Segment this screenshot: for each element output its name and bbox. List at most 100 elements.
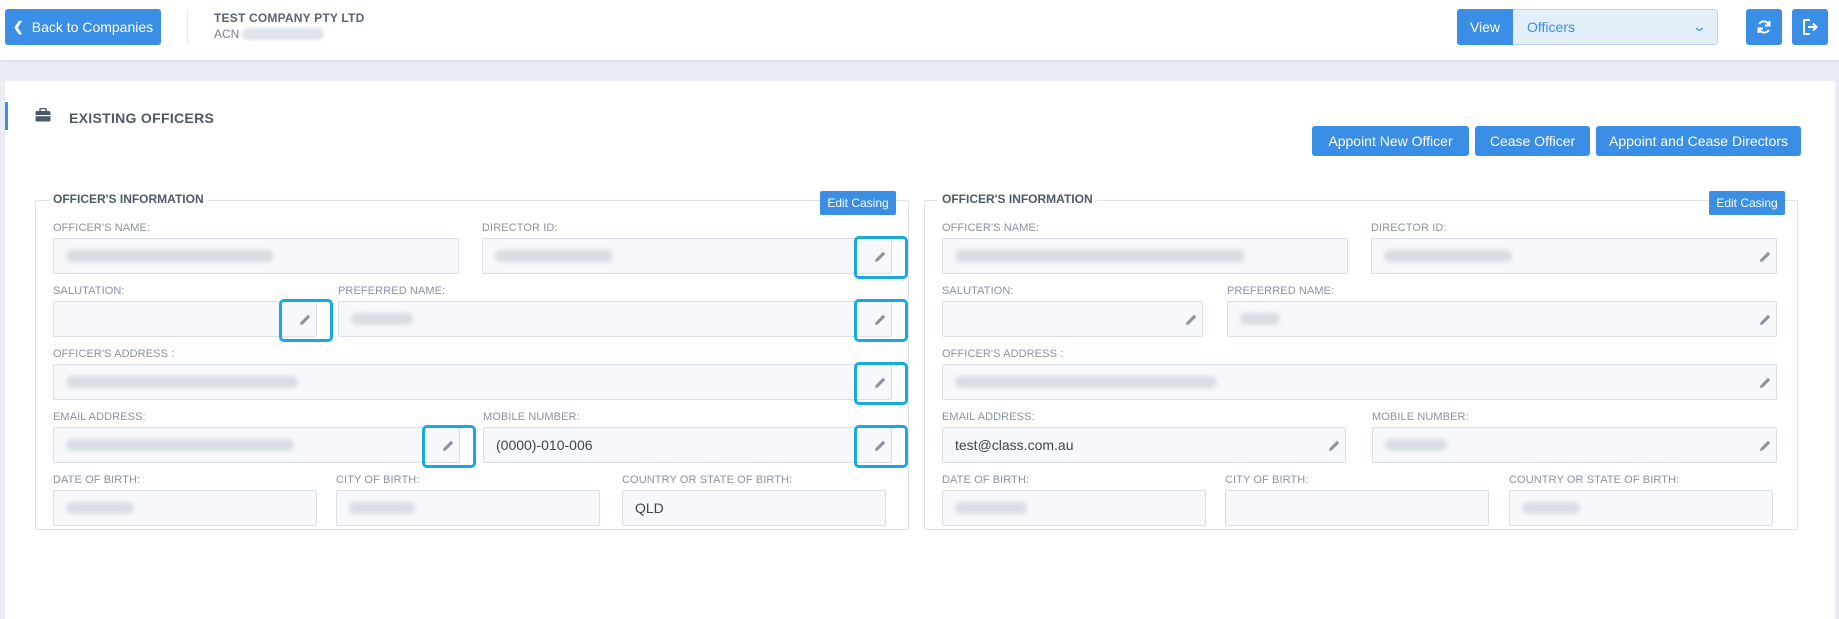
acn-value-redacted — [242, 28, 325, 40]
redacted-value — [351, 313, 413, 325]
country-of-birth-label: COUNTRY OR STATE OF BIRTH: — [1509, 474, 1680, 486]
preferred-name-label: PREFERRED NAME: — [338, 285, 446, 297]
acn-label: ACN — [214, 27, 240, 41]
mobile-number-label: MOBILE NUMBER: — [1372, 411, 1469, 423]
redacted-value — [1522, 502, 1580, 514]
briefcase-icon — [35, 108, 51, 122]
preferred-name-field[interactable] — [338, 301, 892, 337]
highlight-box — [854, 299, 908, 342]
view-select[interactable]: Officers ⌄ — [1513, 9, 1718, 45]
city-of-birth-field[interactable] — [336, 490, 600, 526]
back-to-companies-button[interactable]: ❮ Back to Companies — [5, 9, 161, 45]
view-selected-value: Officers — [1527, 19, 1575, 35]
redacted-value — [495, 250, 613, 262]
country-of-birth-field[interactable] — [1509, 490, 1773, 526]
officer-card-legend: OFFICER'S INFORMATION — [49, 192, 208, 206]
officer-name-field[interactable] — [942, 238, 1348, 274]
officer-address-label: OFFICER'S ADDRESS : — [942, 348, 1064, 360]
date-of-birth-label: DATE OF BIRTH: — [53, 474, 141, 486]
officer-card-legend: OFFICER'S INFORMATION — [938, 192, 1097, 206]
date-of-birth-label: DATE OF BIRTH: — [942, 474, 1030, 486]
email-address-label: EMAIL ADDRESS: — [942, 411, 1035, 423]
redacted-value — [955, 502, 1027, 514]
appoint-new-officer-button[interactable]: Appoint New Officer — [1312, 126, 1469, 156]
city-of-birth-label: CITY OF BIRTH: — [336, 474, 420, 486]
director-id-field[interactable] — [482, 238, 892, 274]
redacted-value — [955, 376, 1217, 388]
date-of-birth-field[interactable] — [942, 490, 1206, 526]
pencil-icon[interactable] — [1758, 312, 1772, 326]
pencil-icon[interactable] — [1758, 438, 1772, 452]
redacted-value — [66, 502, 134, 514]
refresh-icon — [1757, 20, 1771, 34]
edit-casing-button[interactable]: Edit Casing — [1709, 191, 1785, 215]
email-address-value: test@class.com.au — [955, 437, 1074, 453]
officers-panel: EXISTING OFFICERS Appoint New Officer Ce… — [5, 81, 1835, 619]
officer-address-field[interactable] — [942, 364, 1777, 400]
cease-officer-button[interactable]: Cease Officer — [1475, 126, 1590, 156]
redacted-value — [1385, 439, 1447, 451]
highlight-box — [854, 236, 908, 279]
acn-row: ACN — [214, 27, 325, 41]
pencil-icon[interactable] — [1758, 375, 1772, 389]
mobile-number-label: MOBILE NUMBER: — [483, 411, 580, 423]
officer-name-label: OFFICER'S NAME: — [53, 222, 151, 234]
redacted-value — [66, 250, 274, 262]
chevron-down-icon: ⌄ — [1691, 19, 1708, 34]
redacted-value — [955, 250, 1245, 262]
pencil-icon[interactable] — [1327, 438, 1341, 452]
officer-card-2: OFFICER'S INFORMATION Edit Casing OFFICE… — [924, 191, 1798, 530]
salutation-label: SALUTATION: — [53, 285, 125, 297]
chevron-left-icon: ❮ — [12, 19, 24, 34]
officer-address-label: OFFICER'S ADDRESS : — [53, 348, 175, 360]
redacted-value — [66, 376, 298, 388]
back-button-label: Back to Companies — [31, 19, 154, 35]
mobile-number-field[interactable] — [1372, 427, 1777, 463]
salutation-field[interactable] — [942, 301, 1203, 337]
officer-name-label: OFFICER'S NAME: — [942, 222, 1040, 234]
highlight-box — [854, 362, 908, 405]
officer-name-field[interactable] — [53, 238, 459, 274]
logout-button[interactable] — [1792, 9, 1828, 45]
edit-casing-button[interactable]: Edit Casing — [820, 191, 896, 215]
highlight-box — [422, 425, 476, 468]
mobile-number-value: (0000)-010-006 — [496, 437, 593, 453]
city-of-birth-label: CITY OF BIRTH: — [1225, 474, 1309, 486]
section-title: EXISTING OFFICERS — [69, 110, 215, 126]
header-divider — [187, 10, 188, 44]
salutation-field[interactable] — [53, 301, 317, 337]
date-of-birth-field[interactable] — [53, 490, 317, 526]
section-accent-bar — [5, 102, 8, 130]
redacted-value — [349, 502, 415, 514]
officer-card-1: OFFICER'S INFORMATION Edit Casing OFFICE… — [35, 191, 909, 530]
redacted-value — [1384, 250, 1512, 262]
redacted-value — [66, 439, 294, 451]
email-address-label: EMAIL ADDRESS: — [53, 411, 146, 423]
email-address-field[interactable]: test@class.com.au — [942, 427, 1346, 463]
city-of-birth-field[interactable] — [1225, 490, 1489, 526]
sign-out-icon — [1803, 19, 1818, 35]
refresh-button[interactable] — [1746, 9, 1782, 45]
director-id-field[interactable] — [1371, 238, 1777, 274]
country-of-birth-value: QLD — [635, 500, 664, 516]
company-name: TEST COMPANY PTY LTD — [214, 11, 365, 25]
pencil-icon[interactable] — [1184, 312, 1198, 326]
email-address-field[interactable] — [53, 427, 460, 463]
view-selector: View Officers ⌄ — [1457, 9, 1718, 45]
preferred-name-field[interactable] — [1227, 301, 1777, 337]
view-label: View — [1457, 9, 1513, 45]
country-of-birth-field[interactable]: QLD — [622, 490, 886, 526]
officer-address-field[interactable] — [53, 364, 892, 400]
salutation-label: SALUTATION: — [942, 285, 1014, 297]
highlight-box — [854, 425, 908, 468]
appoint-and-cease-directors-button[interactable]: Appoint and Cease Directors — [1596, 126, 1801, 156]
pencil-icon[interactable] — [1758, 249, 1772, 263]
preferred-name-label: PREFERRED NAME: — [1227, 285, 1335, 297]
mobile-number-field[interactable]: (0000)-010-006 — [483, 427, 892, 463]
highlight-box — [279, 299, 333, 342]
director-id-label: DIRECTOR ID: — [1371, 222, 1447, 234]
top-bar: ❮ Back to Companies TEST COMPANY PTY LTD… — [0, 0, 1839, 60]
country-of-birth-label: COUNTRY OR STATE OF BIRTH: — [622, 474, 793, 486]
redacted-value — [1240, 313, 1280, 325]
director-id-label: DIRECTOR ID: — [482, 222, 558, 234]
